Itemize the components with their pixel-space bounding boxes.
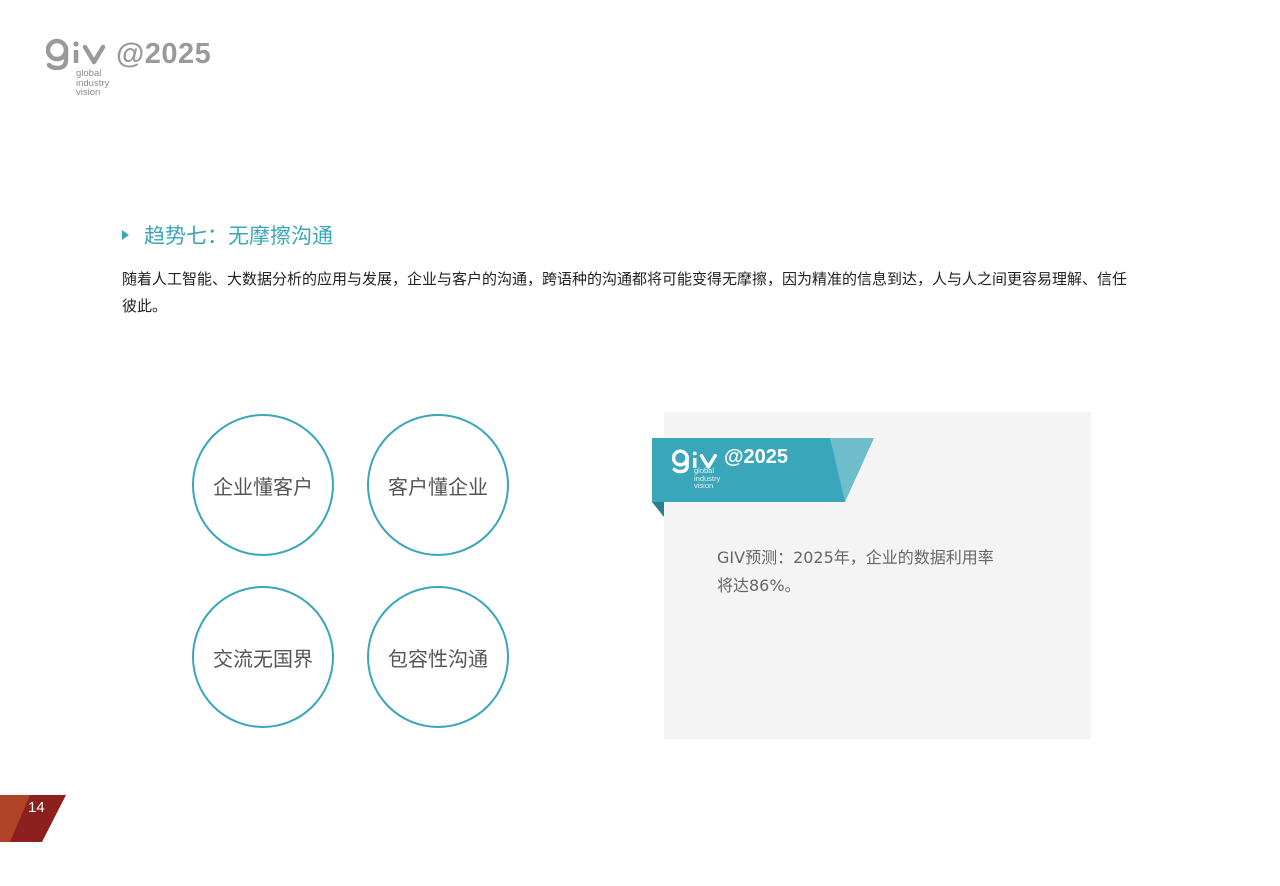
- trend-description: 随着人工智能、大数据分析的应用与发展，企业与客户的沟通，跨语种的沟通都将可能变得…: [122, 270, 1128, 315]
- circle-label: 交流无国界: [213, 646, 313, 671]
- giv-logo: @2025 global industry vision: [46, 38, 246, 104]
- forecast-line: GIV预测：2025年，企业的数据利用率: [717, 548, 994, 567]
- card-logo-tagline: global industry vision: [694, 467, 720, 490]
- page-number: 14: [28, 799, 45, 816]
- circle-customer-knows-enterprise: 客户懂企业: [367, 414, 509, 556]
- logo-year: @2025: [116, 38, 212, 70]
- forecast-line: 将达86%。: [717, 576, 801, 595]
- triangle-bullet-icon: [122, 230, 129, 240]
- logo-tagline-line: vision: [76, 87, 101, 98]
- circle-label: 企业懂客户: [213, 474, 313, 499]
- card-logo-year: @2025: [724, 446, 788, 468]
- forecast-text: GIV预测：2025年，企业的数据利用率 将达86%。: [717, 544, 1037, 600]
- circle-enterprise-knows-customer: 企业懂客户: [192, 414, 334, 556]
- trend-title-text: 趋势七：无摩擦沟通: [144, 224, 333, 248]
- trend-title: 趋势七：无摩擦沟通: [122, 220, 333, 250]
- giv-logo-mark-icon: [46, 38, 106, 70]
- card-logo-tagline-line: vision: [694, 481, 714, 490]
- circle-inclusive-communication: 包容性沟通: [367, 586, 509, 728]
- circle-label: 包容性沟通: [388, 646, 488, 671]
- card-giv-logo: @2025 global industry vision: [672, 446, 812, 496]
- circle-borderless-communication: 交流无国界: [192, 586, 334, 728]
- logo-tagline: global industry vision: [76, 69, 109, 98]
- circle-label: 客户懂企业: [388, 474, 488, 499]
